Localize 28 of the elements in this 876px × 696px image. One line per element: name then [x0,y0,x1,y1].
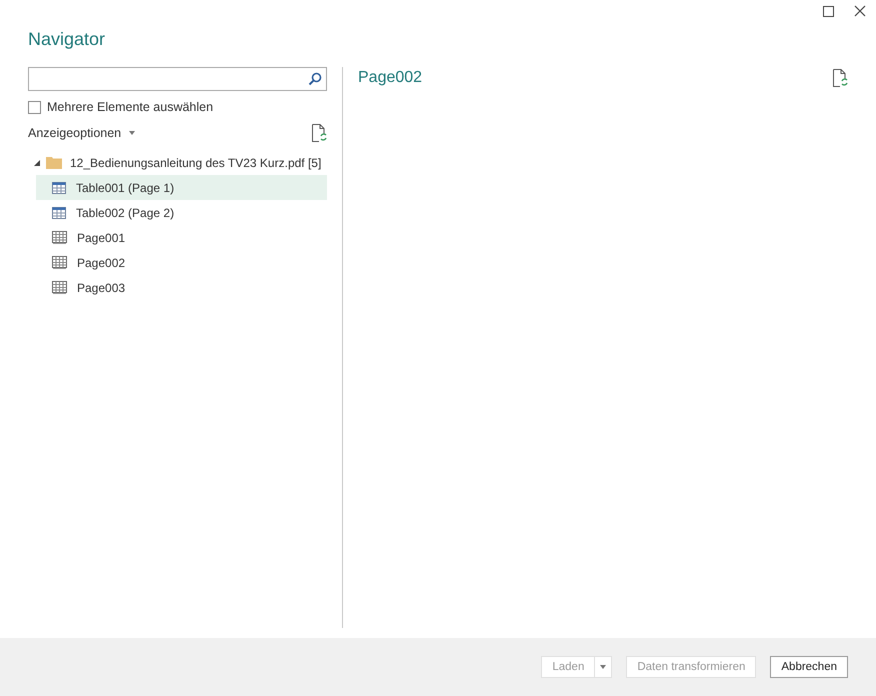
checkbox-label: Mehrere Elemente auswählen [47,100,214,114]
caret-icon [129,131,136,135]
maximize-icon[interactable] [823,6,834,16]
tree-item[interactable]: Table002 (Page 2) [36,200,327,225]
tree-item[interactable]: 12_Bedienungsanleitung des TV23 Kurz.pdf [5] [70,156,322,170]
tree-item[interactable]: Page002 [36,250,327,275]
refresh-document-icon[interactable] [311,124,327,142]
refresh-document-icon[interactable] [832,69,848,87]
search-field[interactable] [28,67,327,91]
folder-icon [46,156,62,169]
close-icon[interactable] [854,5,866,17]
dialog-button[interactable]: Abbrechen [770,656,848,678]
window-title: Navigator [27,28,106,51]
tree-item[interactable]: Table001 (Page 1) [36,175,327,200]
display-options-dropdown[interactable]: Anzeigeoptionen [28,126,136,140]
collapse-triangle-icon[interactable] [34,160,40,166]
grid-page-icon [52,256,67,269]
caret-icon [600,665,606,669]
preview-title: Page002 [358,69,422,87]
checkbox[interactable] [28,100,41,114]
tree-item[interactable]: Page001 [36,225,327,250]
table-icon [52,206,66,218]
dropdown-button[interactable] [594,656,612,678]
tree-item[interactable]: Page003 [36,275,327,300]
grid-page-icon [52,231,67,244]
grid-page-icon [52,281,67,294]
table-icon [52,182,66,194]
search-icon [308,72,322,86]
